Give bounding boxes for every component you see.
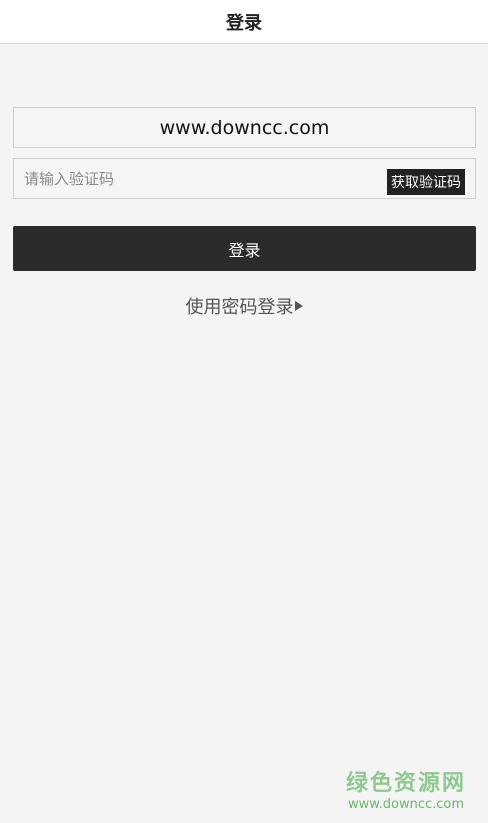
password-login-label: 使用密码登录 bbox=[185, 297, 294, 318]
phone-field[interactable]: www.downcc.com bbox=[13, 107, 476, 148]
watermark-url: www.downcc.com bbox=[347, 797, 465, 812]
play-arrow-icon bbox=[294, 301, 303, 311]
verification-code-field: 获取验证码 bbox=[13, 158, 476, 199]
watermark-logo: 绿色资源网 www.downcc.com bbox=[346, 771, 466, 813]
get-code-button[interactable]: 获取验证码 bbox=[387, 169, 465, 195]
phone-value: www.downcc.com bbox=[159, 116, 330, 139]
page-title: 登录 bbox=[226, 12, 262, 34]
title-bar: 登录 bbox=[0, 0, 488, 44]
password-login-link[interactable]: 使用密码登录 bbox=[0, 292, 488, 320]
watermark-name: 绿色资源网 bbox=[345, 771, 466, 796]
login-button[interactable]: 登录 bbox=[13, 226, 476, 271]
